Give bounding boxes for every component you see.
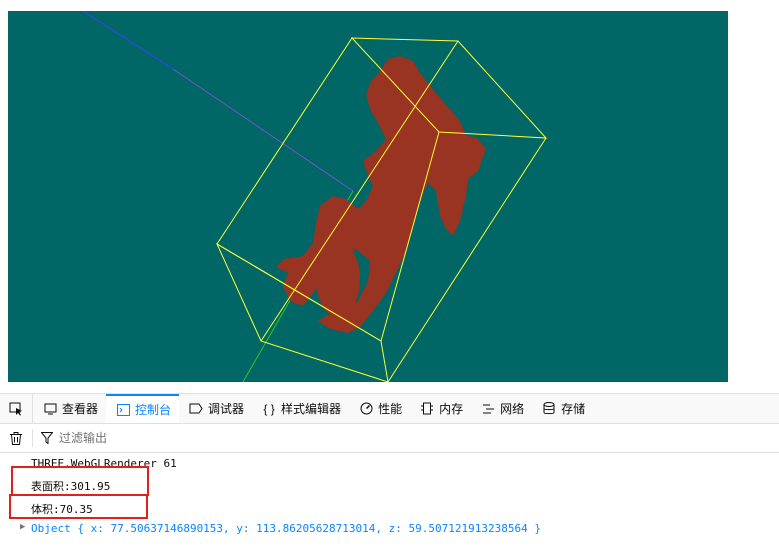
highlight-box-volume <box>9 494 148 519</box>
element-picker-icon <box>9 402 22 415</box>
element-picker-button[interactable] <box>0 394 33 423</box>
filter-output-input[interactable] <box>59 431 259 445</box>
page-viewport <box>0 0 779 393</box>
tab-performance[interactable]: 性能 <box>349 394 410 423</box>
tab-style-editor[interactable]: { } 样式编辑器 <box>252 394 349 423</box>
tab-label: 内存 <box>439 402 464 416</box>
webgl-canvas[interactable] <box>8 11 728 382</box>
tab-label: 网络 <box>500 402 525 416</box>
storage-icon <box>542 402 556 416</box>
braces-icon: { } <box>263 401 275 416</box>
console-filter-bar <box>0 424 779 453</box>
scene-render <box>82 11 548 382</box>
debugger-icon <box>189 402 203 416</box>
expand-triangle-icon[interactable]: ▶ <box>20 522 25 532</box>
tab-label: 存储 <box>561 402 586 416</box>
tab-storage[interactable]: 存储 <box>532 394 593 423</box>
tab-memory[interactable]: 内存 <box>410 394 471 423</box>
devtools-panel: 查看器 控制台 调试器 { } 样式编辑器 性能 内存 网络 存储 过滤输出 T… <box>0 393 779 550</box>
console-log-object[interactable]: ▶ Object { x: 77.50637146890153, y: 113.… <box>20 522 541 535</box>
console-output: THREE.WebGLRenderer 61 表面积:301.95 体积:70.… <box>0 454 779 550</box>
inspector-icon <box>43 402 57 416</box>
model-silhouette <box>276 56 486 333</box>
gauge-icon <box>359 402 373 416</box>
memory-icon <box>420 402 434 416</box>
tab-network[interactable]: 网络 <box>471 394 532 423</box>
tab-console[interactable]: 控制台 <box>106 394 180 423</box>
trash-icon <box>10 431 22 445</box>
tab-label: 样式编辑器 <box>281 402 342 416</box>
highlight-box-surface-area <box>11 466 149 496</box>
tab-label: 控制台 <box>135 403 172 417</box>
clear-console-button[interactable] <box>0 429 33 447</box>
tab-debugger[interactable]: 调试器 <box>179 394 252 423</box>
console-icon <box>116 403 130 417</box>
devtools-tabbar: 查看器 控制台 调试器 { } 样式编辑器 性能 内存 网络 存储 <box>0 394 779 424</box>
z-axis-line <box>82 11 174 70</box>
tab-inspector[interactable]: 查看器 <box>33 394 106 423</box>
network-icon <box>481 402 495 416</box>
tab-label: 查看器 <box>62 402 99 416</box>
filter-group <box>41 431 259 445</box>
axis-line-mixed <box>172 68 354 192</box>
object-preview: Object { x: 77.50637146890153, y: 113.86… <box>31 522 541 535</box>
tab-label: 调试器 <box>208 402 245 416</box>
tab-label: 性能 <box>378 402 403 416</box>
filter-icon <box>41 432 53 444</box>
